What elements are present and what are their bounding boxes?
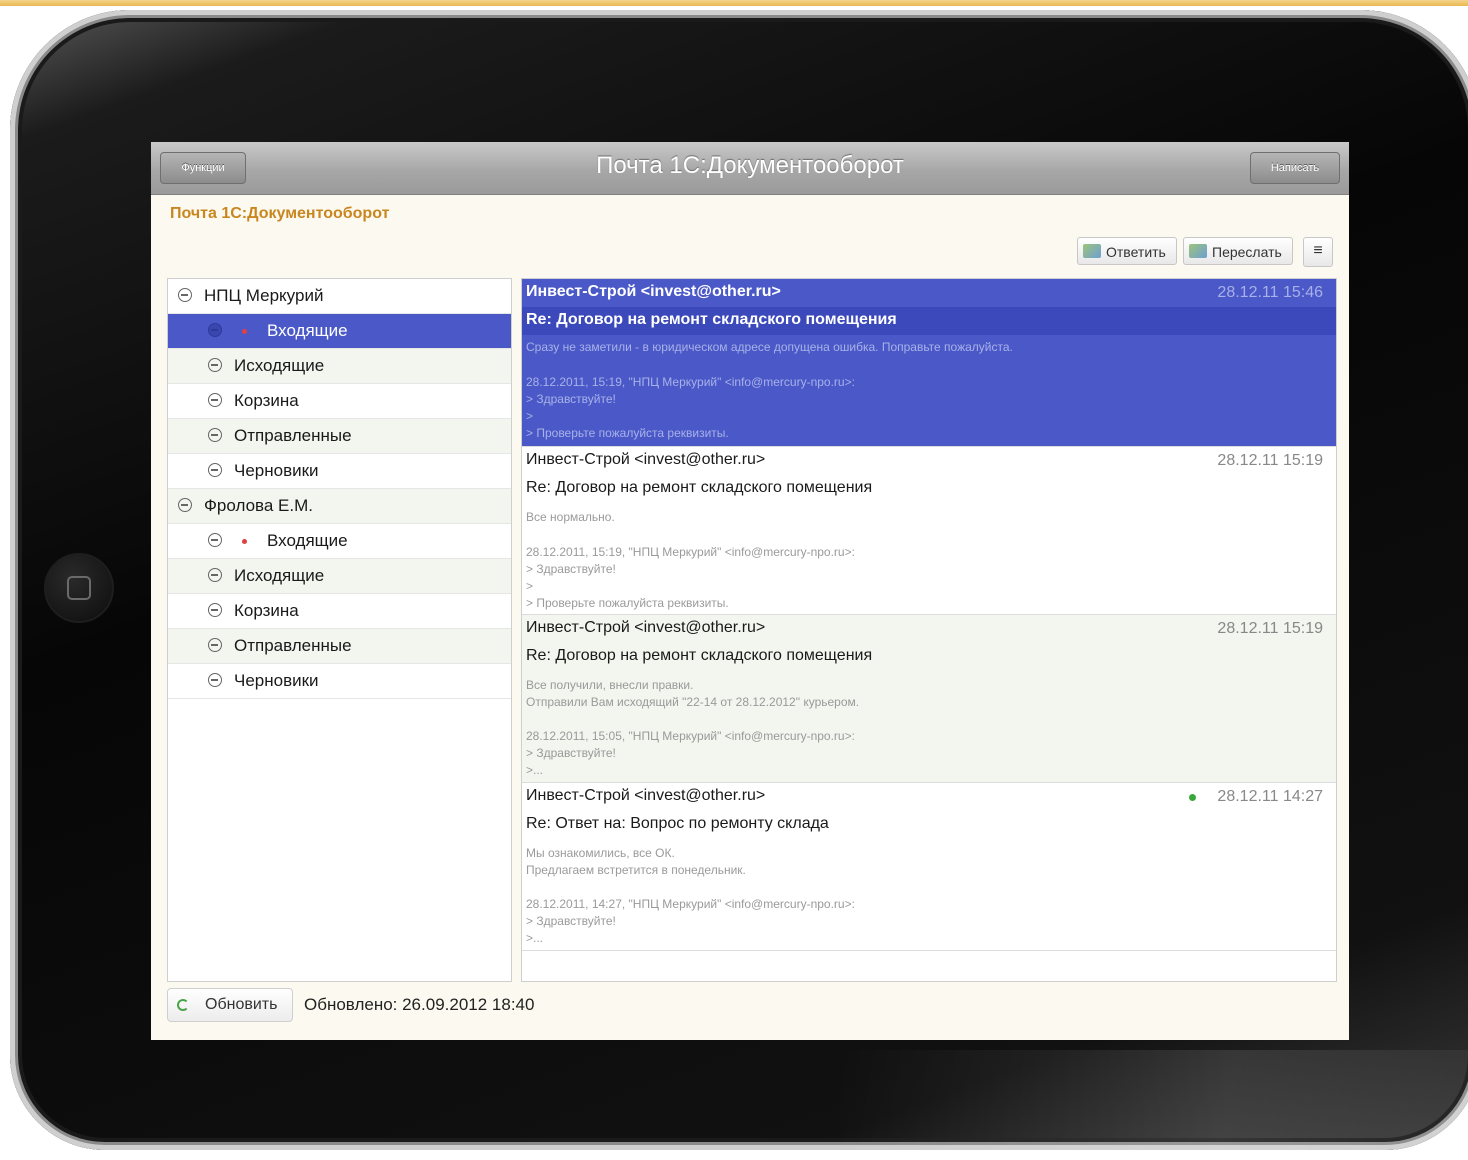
folder-icon: [208, 673, 222, 687]
account-frolova[interactable]: Фролова Е.М.: [168, 489, 511, 524]
folder-trash[interactable]: Корзина: [168, 594, 511, 629]
message-preview-line: 28.12.2011, 15:19, "НПЦ Меркурий" <info@…: [526, 545, 855, 559]
account-label: Фролова Е.М.: [204, 496, 313, 515]
message-preview-line: Все нормально.: [526, 510, 615, 524]
message-preview-line: >...: [526, 931, 544, 945]
folder-label: Отправленные: [234, 426, 352, 445]
message-date: 28.12.11 15:19: [1217, 452, 1323, 469]
message-list: Инвест-Строй <invest@other.ru> 28.12.11 …: [521, 278, 1337, 982]
folder-inbox[interactable]: Входящие: [168, 314, 511, 349]
titlebar: Функции Почта 1С:Документооборот Написат…: [151, 142, 1349, 195]
top-strip: [0, 0, 1468, 6]
forward-label: Переслать: [1212, 244, 1282, 260]
folder-inbox[interactable]: Входящие: [168, 524, 511, 559]
message-preview-line: > Здравствуйте!: [526, 392, 616, 406]
folder-label: Корзина: [234, 601, 299, 620]
unread-dot-icon: [242, 539, 247, 544]
message-preview-line: 28.12.2011, 15:19, "НПЦ Меркурий" <info@…: [526, 375, 855, 389]
message-preview-line: >...: [526, 763, 544, 777]
message-date: 28.12.11 14:27: [1217, 788, 1323, 805]
message-preview-line: > Проверьте пожалуйста реквизиты.: [526, 596, 729, 610]
unread-dot-icon: [242, 329, 247, 334]
message-date: 28.12.11 15:19: [1217, 620, 1323, 637]
folder-drafts[interactable]: Черновики: [168, 454, 511, 489]
forward-icon: [1189, 244, 1207, 258]
home-button[interactable]: [44, 553, 114, 623]
message-preview-line: > Здравствуйте!: [526, 562, 616, 576]
message-subject: Re: Договор на ремонт складского помещен…: [526, 311, 897, 328]
folder-icon: [208, 323, 222, 337]
message-preview-line: Предлагаем встретится в понедельник.: [526, 863, 746, 877]
message-preview-line: Отправили Вам исходящий "22-14 от 28.12.…: [526, 695, 860, 709]
folder-tree: НПЦ Меркурий Входящие Исходящие Корзина …: [167, 278, 512, 982]
compose-button[interactable]: Написать: [1250, 152, 1340, 184]
reply-button[interactable]: Ответить: [1077, 237, 1177, 265]
folder-icon: [208, 393, 222, 407]
message-preview-line: Мы ознакомились, все ОК.: [526, 846, 675, 860]
folder-label: Отправленные: [234, 636, 352, 655]
message-preview-line: 28.12.2011, 14:27, "НПЦ Меркурий" <info@…: [526, 897, 855, 911]
message-preview-line: Все получили, внесли правки.: [526, 678, 694, 692]
updated-status: Обновлено: 26.09.2012 18:40: [304, 995, 535, 1014]
message-preview-line: > Здравствуйте!: [526, 914, 616, 928]
collapse-icon: [178, 498, 192, 512]
message-item[interactable]: Инвест-Строй <invest@other.ru> 28.12.11 …: [522, 615, 1336, 783]
reply-icon: [1083, 244, 1101, 258]
folder-outgoing[interactable]: Исходящие: [168, 559, 511, 594]
message-item[interactable]: Инвест-Строй <invest@other.ru> 28.12.11 …: [522, 447, 1336, 615]
window-title: Почта 1С:Документооборот: [596, 152, 904, 179]
folder-label: Черновики: [234, 461, 319, 480]
folder-sent[interactable]: Отправленные: [168, 419, 511, 454]
folder-icon: [208, 463, 222, 477]
folder-label: Исходящие: [234, 356, 325, 375]
message-from: Инвест-Строй <invest@other.ru>: [526, 619, 766, 636]
folder-icon: [208, 533, 222, 547]
message-from: Инвест-Строй <invest@other.ru>: [526, 451, 766, 468]
more-menu-icon[interactable]: ≡: [1303, 237, 1333, 267]
account-label: НПЦ Меркурий: [204, 286, 324, 305]
message-item[interactable]: Инвест-Строй <invest@other.ru> 28.12.11 …: [522, 279, 1336, 447]
refresh-button[interactable]: Обновить: [167, 988, 293, 1022]
home-square-icon: [67, 576, 91, 600]
refresh-icon: [177, 999, 189, 1011]
message-subject: Re: Договор на ремонт складского помещен…: [526, 479, 873, 496]
message-preview-line: >: [526, 579, 534, 593]
refresh-label: Обновить: [205, 996, 278, 1013]
folder-label: Корзина: [234, 391, 299, 410]
folder-drafts[interactable]: Черновики: [168, 664, 511, 699]
app-heading: Почта 1С:Документооборот: [170, 205, 390, 222]
folder-label: Входящие: [267, 531, 348, 550]
message-preview-line: 28.12.2011, 15:05, "НПЦ Меркурий" <info@…: [526, 729, 855, 743]
message-subject: Re: Договор на ремонт складского помещен…: [526, 647, 873, 664]
message-subject: Re: Ответ на: Вопрос по ремонту склада: [526, 815, 829, 832]
reply-label: Ответить: [1106, 244, 1166, 260]
message-date: 28.12.11 15:46: [1217, 284, 1323, 301]
folder-icon: [208, 603, 222, 617]
tablet-glare: [840, 1050, 1468, 1160]
forward-button[interactable]: Переслать: [1183, 237, 1293, 265]
message-from: Инвест-Строй <invest@other.ru>: [526, 787, 766, 804]
folder-icon: [208, 428, 222, 442]
folder-label: Входящие: [267, 321, 348, 340]
message-item[interactable]: Инвест-Строй <invest@other.ru> 28.12.11 …: [522, 783, 1336, 951]
app-screen: Функции Почта 1С:Документооборот Написат…: [151, 142, 1349, 1040]
folder-trash[interactable]: Корзина: [168, 384, 511, 419]
folder-sent[interactable]: Отправленные: [168, 629, 511, 664]
folder-label: Исходящие: [234, 566, 325, 585]
folder-icon: [208, 638, 222, 652]
account-npc-merkuriy[interactable]: НПЦ Меркурий: [168, 279, 511, 314]
folder-label: Черновики: [234, 671, 319, 690]
message-preview-line: >: [526, 409, 534, 423]
folder-icon: [208, 358, 222, 372]
message-preview-line: > Проверьте пожалуйста реквизиты.: [526, 426, 729, 440]
folder-icon: [208, 568, 222, 582]
folder-outgoing[interactable]: Исходящие: [168, 349, 511, 384]
message-preview-line: > Здравствуйте!: [526, 746, 616, 760]
flag-dot-icon[interactable]: [1189, 794, 1196, 801]
collapse-icon: [178, 288, 192, 302]
message-preview-line: Сразу не заметили - в юридическом адресе…: [526, 340, 1013, 354]
message-from: Инвест-Строй <invest@other.ru>: [526, 283, 781, 300]
